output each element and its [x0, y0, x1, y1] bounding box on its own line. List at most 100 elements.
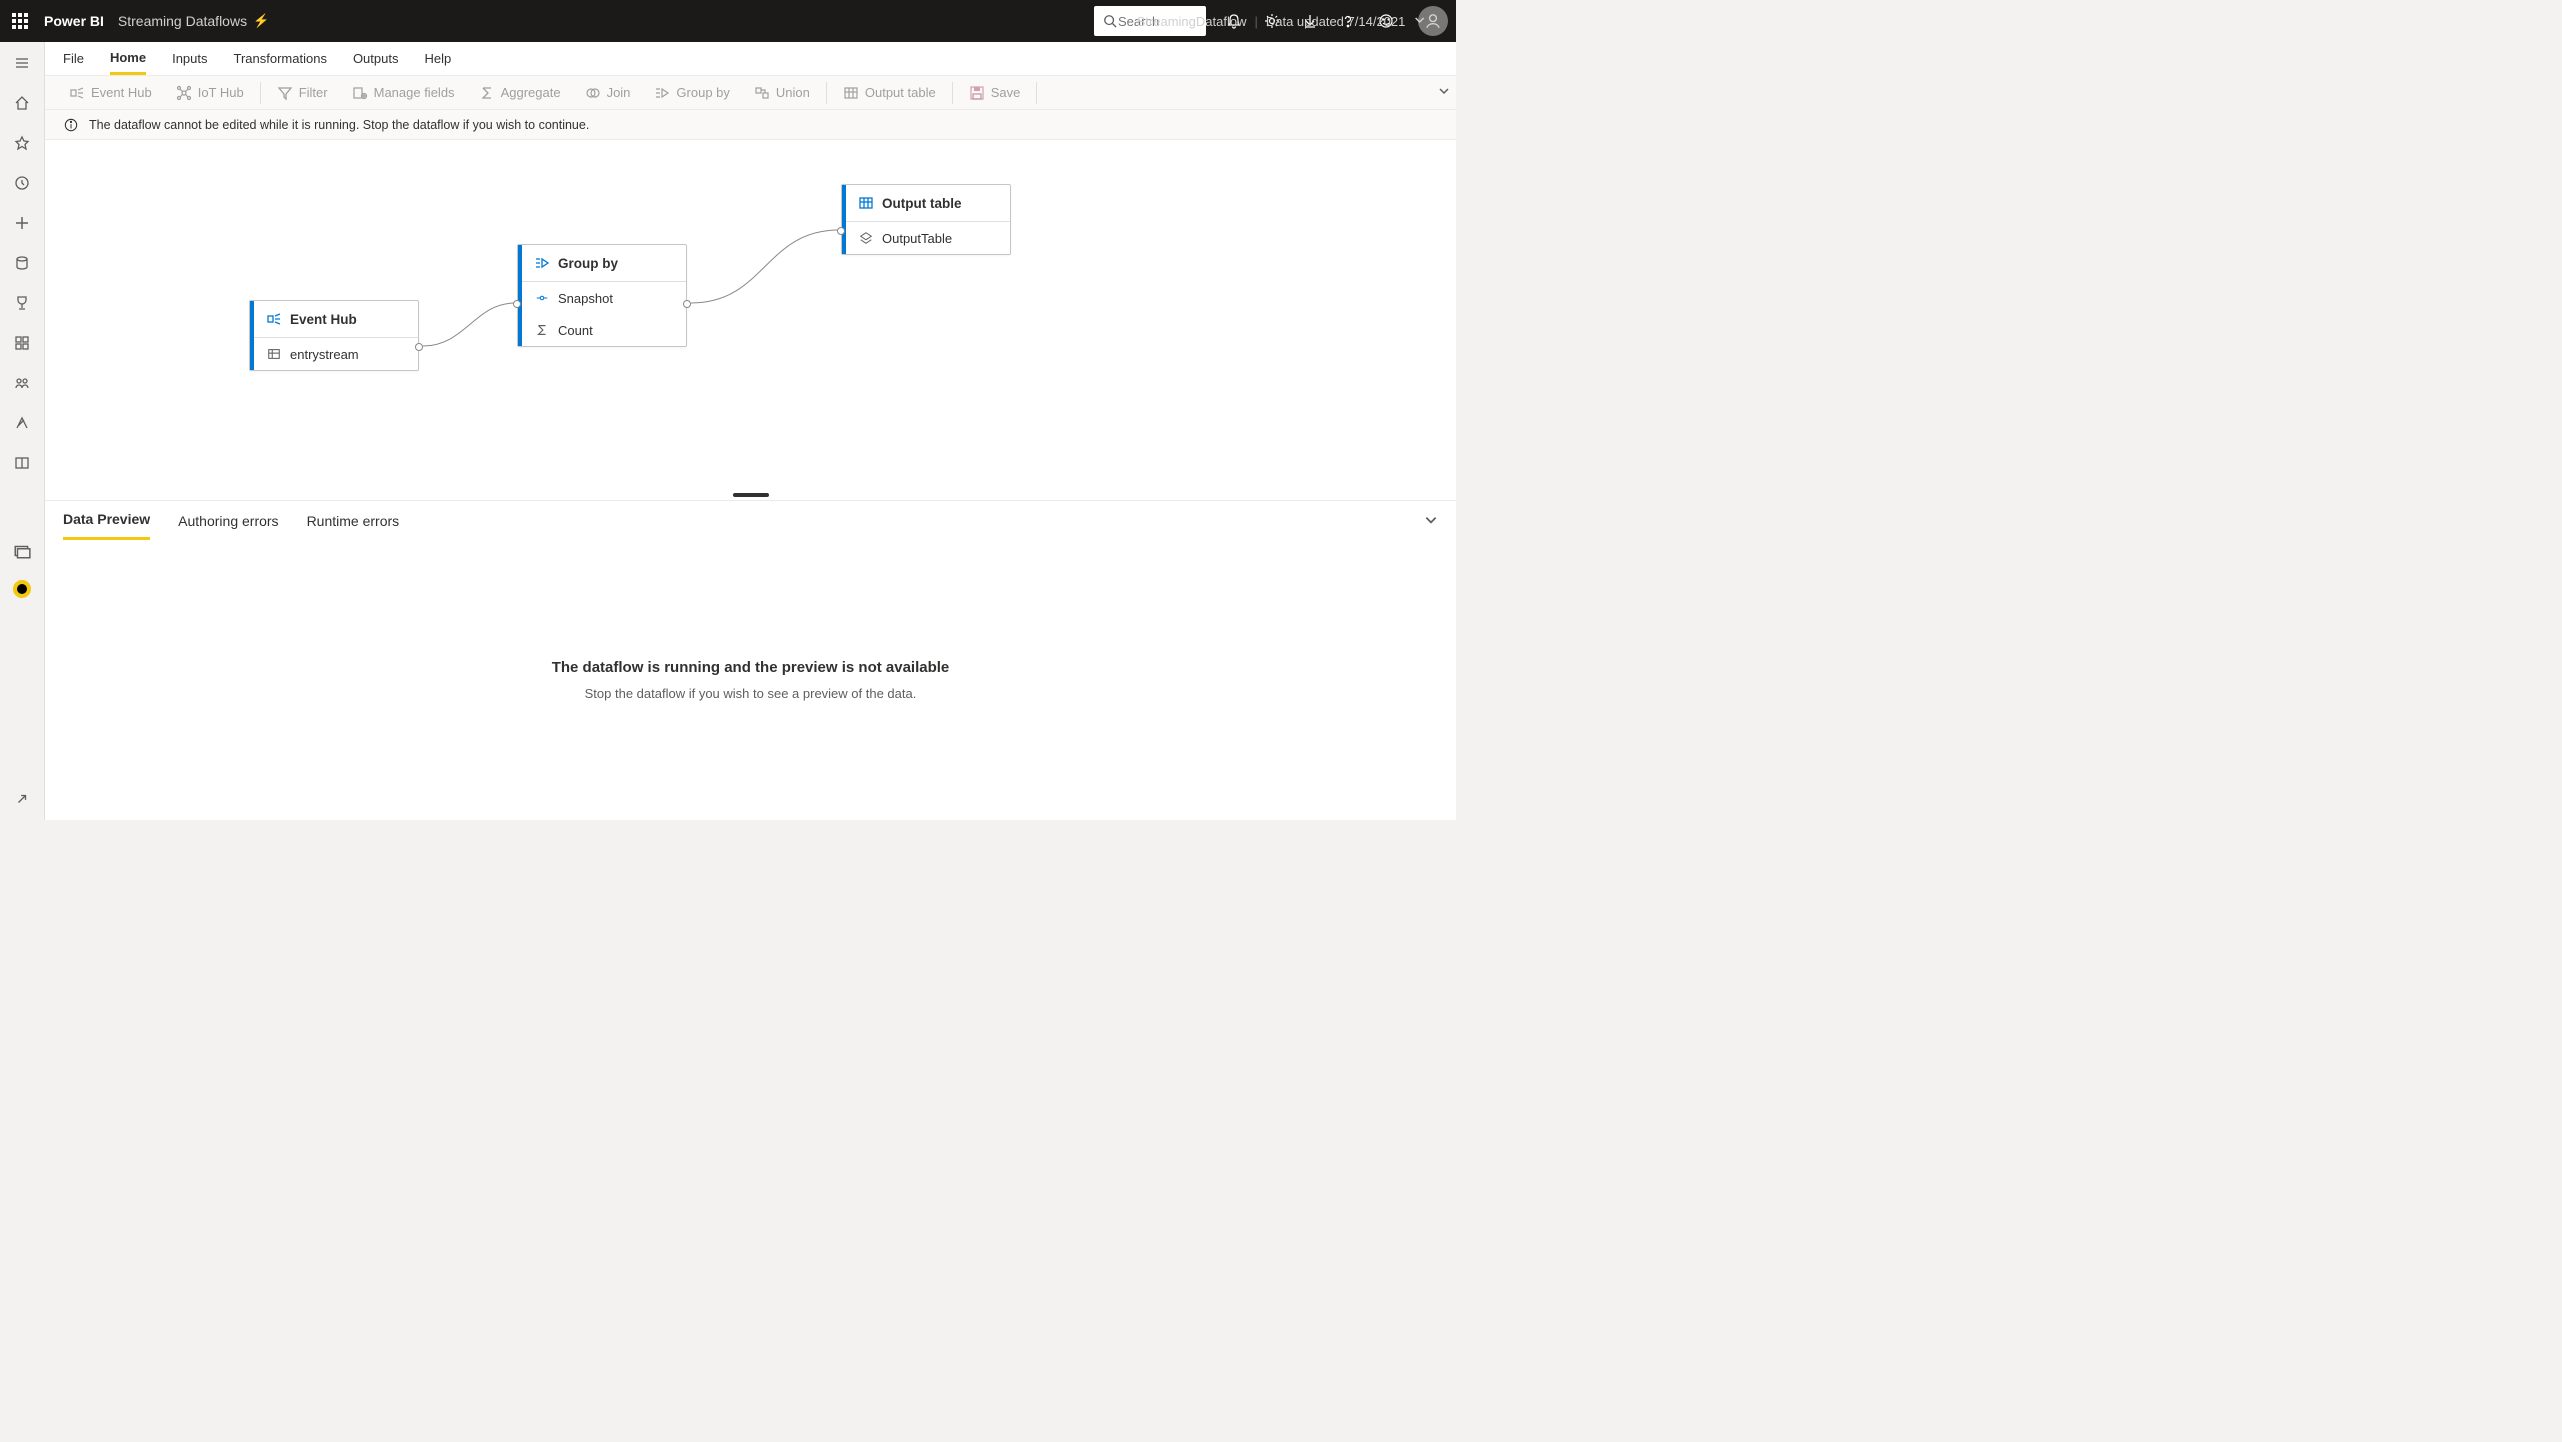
ribbon-iot-hub-label: IoT Hub: [198, 85, 244, 100]
my-workspace-icon[interactable]: [11, 540, 33, 562]
expand-arrow-icon[interactable]: [11, 788, 33, 810]
search-icon: [1102, 13, 1118, 29]
ribbon-filter: Filter: [267, 85, 338, 101]
node-group-by[interactable]: Group by Snapshot Count: [517, 244, 687, 347]
ribbon-group-by-label: Group by: [676, 85, 729, 100]
page-title: Streaming Dataflows: [118, 13, 247, 29]
menubar: File Home Inputs Transformations Outputs…: [45, 42, 1456, 76]
table-icon: [266, 346, 282, 362]
menu-home[interactable]: Home: [110, 43, 146, 75]
bottom-content: The dataflow is running and the preview …: [45, 540, 1456, 820]
node-title: Group by: [558, 256, 618, 271]
node-accent: [842, 185, 846, 254]
node-accent: [250, 301, 254, 370]
divider: [952, 82, 953, 104]
ribbon-join-label: Join: [607, 85, 631, 100]
node-output-table[interactable]: Output table OutputTable: [841, 184, 1011, 255]
goals-icon[interactable]: [11, 292, 33, 314]
product-name: Power BI: [44, 13, 104, 29]
current-workspace-icon[interactable]: [13, 580, 31, 598]
node-field: entrystream: [290, 347, 359, 362]
filter-icon: [277, 85, 293, 101]
group-by-icon: [534, 255, 550, 271]
bolt-icon: ⚡: [253, 13, 269, 29]
home-icon[interactable]: [11, 92, 33, 114]
warning-text: The dataflow cannot be edited while it i…: [89, 118, 589, 132]
output-port[interactable]: [683, 300, 691, 308]
recent-icon[interactable]: [11, 172, 33, 194]
menu-outputs[interactable]: Outputs: [353, 44, 399, 73]
ribbon-iot-hub: IoT Hub: [166, 85, 254, 101]
table-icon: [858, 195, 874, 211]
learn-icon[interactable]: [11, 412, 33, 434]
save-icon: [969, 85, 985, 101]
menu-file[interactable]: File: [63, 44, 84, 73]
node-event-hub[interactable]: Event Hub entrystream: [249, 300, 419, 371]
layer-icon: [858, 230, 874, 246]
topbar-center[interactable]: StreamingDataflow | Data updated 7/14/20…: [1137, 14, 1426, 29]
ribbon: Event Hub IoT Hub Filter Manage fields A…: [45, 76, 1456, 110]
node-field: Snapshot: [558, 291, 613, 306]
sigma-icon: [479, 85, 495, 101]
tab-data-preview[interactable]: Data Preview: [63, 511, 150, 540]
snapshot-icon: [534, 290, 550, 306]
menu-transformations[interactable]: Transformations: [234, 44, 327, 73]
warning-bar: The dataflow cannot be edited while it i…: [45, 110, 1456, 140]
create-icon[interactable]: [11, 212, 33, 234]
event-hub-icon: [69, 85, 85, 101]
manage-fields-icon: [352, 85, 368, 101]
divider: [1036, 82, 1037, 104]
ribbon-expand-icon[interactable]: [1438, 85, 1450, 100]
group-by-icon: [654, 85, 670, 101]
left-nav-rail: [0, 42, 45, 820]
ribbon-save: Save: [959, 85, 1031, 101]
divider: [826, 82, 827, 104]
preview-unavailable-heading: The dataflow is running and the preview …: [552, 659, 950, 676]
ribbon-manage-fields: Manage fields: [342, 85, 465, 101]
grab-handle[interactable]: [733, 493, 769, 497]
input-port[interactable]: [837, 227, 845, 235]
panel-splitter[interactable]: [45, 490, 1456, 500]
union-icon: [754, 85, 770, 101]
ribbon-output-table-label: Output table: [865, 85, 936, 100]
dataflow-name: StreamingDataflow: [1137, 14, 1247, 29]
collapse-panel-icon[interactable]: [1424, 513, 1438, 530]
ribbon-group-by: Group by: [644, 85, 739, 101]
favorites-icon[interactable]: [11, 132, 33, 154]
node-accent: [518, 245, 522, 346]
ribbon-event-hub: Event Hub: [59, 85, 162, 101]
ribbon-manage-fields-label: Manage fields: [374, 85, 455, 100]
shared-icon[interactable]: [11, 372, 33, 394]
datasets-icon[interactable]: [11, 252, 33, 274]
ribbon-aggregate-label: Aggregate: [501, 85, 561, 100]
ribbon-save-label: Save: [991, 85, 1021, 100]
input-port[interactable]: [513, 300, 521, 308]
node-field: OutputTable: [882, 231, 952, 246]
app-launcher-icon[interactable]: [8, 9, 32, 33]
separator: |: [1254, 14, 1257, 29]
workspaces-icon[interactable]: [11, 452, 33, 474]
ribbon-join: Join: [575, 85, 641, 101]
iot-hub-icon: [176, 85, 192, 101]
dataflow-canvas[interactable]: Event Hub entrystream Group by: [45, 140, 1456, 490]
topbar: Power BI Streaming Dataflows ⚡ Streaming…: [0, 0, 1456, 42]
chevron-down-icon[interactable]: [1413, 14, 1425, 29]
bottom-panel: Data Preview Authoring errors Runtime er…: [45, 500, 1456, 820]
node-title: Output table: [882, 196, 962, 211]
hamburger-icon[interactable]: [11, 52, 33, 74]
table-icon: [843, 85, 859, 101]
join-icon: [585, 85, 601, 101]
output-port[interactable]: [415, 343, 423, 351]
node-field: Count: [558, 323, 593, 338]
node-title: Event Hub: [290, 312, 357, 327]
event-hub-icon: [266, 311, 282, 327]
tab-authoring-errors[interactable]: Authoring errors: [178, 513, 278, 539]
menu-inputs[interactable]: Inputs: [172, 44, 207, 73]
ribbon-event-hub-label: Event Hub: [91, 85, 152, 100]
apps-icon[interactable]: [11, 332, 33, 354]
menu-help[interactable]: Help: [424, 44, 451, 73]
ribbon-union-label: Union: [776, 85, 810, 100]
tab-runtime-errors[interactable]: Runtime errors: [307, 513, 400, 539]
sigma-icon: [534, 322, 550, 338]
ribbon-output-table: Output table: [833, 85, 946, 101]
